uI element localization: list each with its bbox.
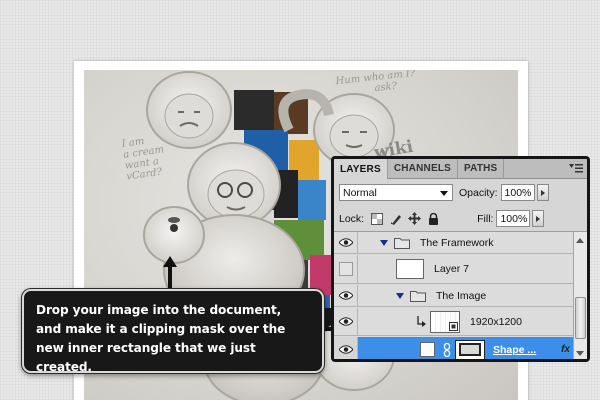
visibility-toggle[interactable] [334, 285, 358, 306]
layers-panel[interactable]: LAYERS CHANNELS PATHS Normal Opacity: 10… [331, 156, 590, 362]
fill-input[interactable]: 100% [496, 210, 531, 227]
scroll-down-icon[interactable] [576, 351, 584, 356]
lock-row: Lock: Fill: 100% [334, 206, 587, 232]
opacity-input[interactable]: 100% [500, 184, 535, 201]
blend-row: Normal Opacity: 100% [334, 179, 587, 206]
layer-row-the-image[interactable]: The Image [334, 285, 576, 307]
fill-slider-toggle[interactable] [532, 210, 545, 227]
folder-icon [394, 237, 410, 249]
panel-menu-icon[interactable] [569, 163, 583, 174]
clipping-mask-arrow-icon [417, 315, 426, 327]
blend-mode-value: Normal [343, 186, 377, 199]
blend-mode-select[interactable]: Normal [339, 184, 453, 201]
layer-thumbnail [396, 259, 424, 279]
fx-icon[interactable]: fx [561, 344, 570, 355]
opacity-label: Opacity: [459, 186, 498, 199]
lock-transparent-pixels-icon[interactable] [370, 212, 383, 225]
panel-tab-bar: LAYERS CHANNELS PATHS [334, 159, 587, 179]
lock-position-icon[interactable] [408, 212, 422, 225]
fill-value: 100% [500, 212, 528, 225]
hidden-visibility-box [338, 262, 353, 276]
layer-list[interactable]: The Framework Layer 7 The Image 1920x120… [334, 232, 587, 359]
lock-image-pixels-icon[interactable] [389, 212, 402, 225]
group-expand-icon[interactable] [380, 239, 388, 246]
layer-name[interactable]: Shape ... [493, 344, 536, 356]
layer-name: Layer 7 [434, 263, 470, 275]
doodle-text-left: I am a cream want a vCard? [121, 133, 168, 183]
layer-row-layer-7[interactable]: Layer 7 [334, 255, 576, 284]
opacity-value: 100% [504, 186, 532, 199]
instruction-callout: Drop your image into the document, and m… [22, 289, 324, 374]
lock-all-icon[interactable] [427, 212, 440, 225]
layer-row-shape[interactable]: Shape ... fx [334, 337, 576, 359]
visibility-toggle[interactable] [334, 255, 358, 283]
layer-row-the-framework[interactable]: The Framework [334, 232, 576, 254]
scroll-up-icon[interactable] [576, 238, 584, 243]
visibility-toggle[interactable] [334, 232, 358, 253]
eye-icon [338, 291, 353, 300]
layer-name: The Framework [420, 236, 494, 249]
fill-label: Fill: [477, 212, 494, 225]
layer-list-scrollbar[interactable] [573, 232, 587, 359]
scroll-thumb[interactable] [575, 297, 586, 339]
group-expand-icon[interactable] [396, 292, 404, 299]
eye-icon [338, 345, 353, 354]
layer-row-1920x1200[interactable]: 1920x1200 [334, 308, 576, 336]
link-icon[interactable] [443, 342, 451, 357]
tab-layers[interactable]: LAYERS [334, 159, 388, 179]
smart-object-thumbnail [430, 310, 460, 333]
eye-icon [338, 238, 353, 247]
tab-channels[interactable]: CHANNELS [388, 159, 459, 178]
callout-text: Drop your image into the document, and m… [36, 303, 286, 374]
folder-icon [410, 290, 426, 302]
visibility-toggle[interactable] [334, 308, 358, 335]
opacity-slider-toggle[interactable] [536, 184, 549, 201]
vector-mask-thumbnail [455, 339, 485, 359]
layer-name: 1920x1200 [470, 315, 522, 328]
chevron-down-icon [440, 191, 448, 196]
smart-object-icon [449, 321, 458, 331]
tab-paths[interactable]: PATHS [458, 159, 505, 178]
fill-color-thumbnail [420, 342, 435, 357]
visibility-toggle[interactable] [334, 337, 358, 359]
eye-icon [338, 317, 353, 326]
layer-name: The Image [436, 289, 487, 302]
lock-label: Lock: [339, 212, 365, 225]
